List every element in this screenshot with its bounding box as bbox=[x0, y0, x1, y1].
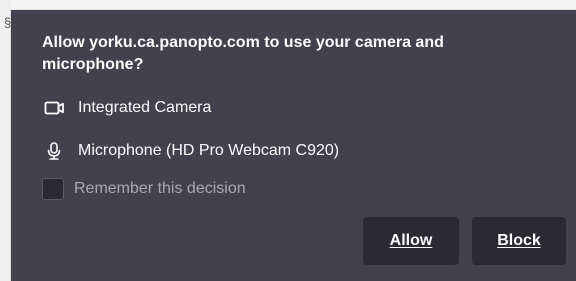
permission-screenshot: § Allow yorku.ca.panopto.com to use your… bbox=[0, 0, 576, 281]
microphone-label: Microphone (HD Pro Webcam C920) bbox=[78, 142, 340, 159]
allow-button[interactable]: Allow bbox=[363, 217, 459, 265]
permission-title: Allow yorku.ca.panopto.com to use your c… bbox=[42, 34, 444, 73]
block-button[interactable]: Block bbox=[472, 217, 566, 265]
remember-decision-row[interactable]: Remember this decision bbox=[42, 178, 246, 200]
camera-label: Integrated Camera bbox=[78, 99, 212, 116]
allow-button-label: Allow bbox=[389, 232, 433, 249]
remember-decision-label: Remember this decision bbox=[74, 180, 246, 197]
block-button-label: Block bbox=[497, 232, 541, 249]
remember-decision-checkbox[interactable] bbox=[42, 178, 64, 200]
background-edge: § bbox=[0, 0, 11, 281]
microphone-icon bbox=[42, 141, 66, 161]
camera-row: Integrated Camera bbox=[42, 98, 211, 118]
microphone-row: Microphone (HD Pro Webcam C920) bbox=[42, 141, 339, 161]
permission-dialog: Allow yorku.ca.panopto.com to use your c… bbox=[11, 10, 576, 281]
camera-icon bbox=[42, 98, 66, 118]
